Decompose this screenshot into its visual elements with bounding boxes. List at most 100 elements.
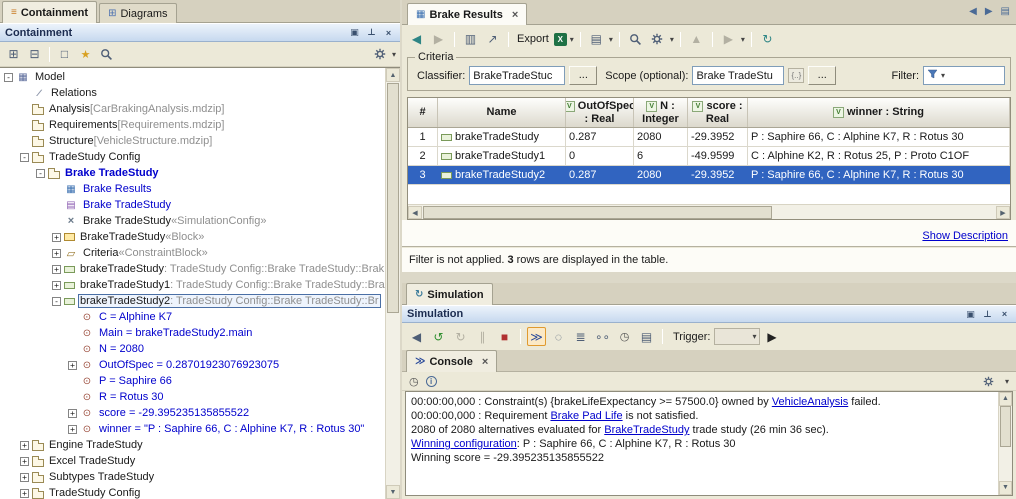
expander-icon[interactable]: [20, 121, 29, 130]
column-header-score[interactable]: Vscore : Real: [688, 98, 748, 127]
run-icon[interactable]: ▶: [719, 30, 738, 49]
tab-brake-results[interactable]: ▦ Brake Results ×: [407, 3, 527, 25]
expander-icon[interactable]: [20, 489, 29, 498]
expander-icon[interactable]: [52, 201, 61, 210]
expander-icon[interactable]: [68, 377, 77, 386]
scope-field[interactable]: Brake TradeStu: [692, 66, 784, 85]
close-icon[interactable]: ×: [998, 308, 1011, 321]
expander-icon[interactable]: [52, 233, 61, 242]
tree-scrollbar[interactable]: ▲ ▼: [385, 68, 400, 499]
expander-icon[interactable]: [68, 361, 77, 370]
steps-icon[interactable]: ≣: [571, 327, 590, 346]
log-icon[interactable]: ▤: [637, 327, 656, 346]
tree-item[interactable]: Subtypes TradeStudy: [0, 469, 400, 485]
tree-item[interactable]: Requirements [Requirements.mdzip]: [0, 117, 400, 133]
info-icon[interactable]: i: [426, 376, 437, 387]
tree-item[interactable]: Model: [0, 69, 400, 85]
expander-icon[interactable]: [20, 105, 29, 114]
tree-item[interactable]: Structure [VehicleStructure.mdzip]: [0, 133, 400, 149]
tree-item[interactable]: OutOfSpec = 0.28701923076923075: [0, 357, 400, 373]
vehicle-analysis-link[interactable]: VehicleAnalysis: [772, 396, 848, 408]
restart-icon[interactable]: ↺: [429, 327, 448, 346]
caret-icon[interactable]: ▾: [570, 35, 574, 44]
expander-icon[interactable]: [20, 473, 29, 482]
scrollbar-thumb[interactable]: [1000, 406, 1011, 447]
expander-icon[interactable]: [4, 73, 13, 82]
tree-item[interactable]: Excel TradeStudy: [0, 453, 400, 469]
scroll-down-icon[interactable]: ▼: [999, 481, 1012, 495]
favorites-icon[interactable]: ★: [76, 45, 95, 64]
tree-item[interactable]: brakeTradeStudy : TradeStudy Config::Bra…: [0, 261, 400, 277]
tree-item[interactable]: brakeTradeStudy1 : TradeStudy Config::Br…: [0, 277, 400, 293]
gear-icon[interactable]: [371, 45, 390, 64]
scrollbar-thumb[interactable]: [423, 206, 772, 219]
expander-icon[interactable]: [52, 185, 61, 194]
structure-view-icon[interactable]: ⊞: [4, 45, 23, 64]
column-header-name[interactable]: Name: [438, 98, 566, 127]
expander-icon[interactable]: [52, 217, 61, 226]
scrollbar-thumb[interactable]: [387, 83, 399, 313]
tree-item[interactable]: BrakeTradeStudy «Block»: [0, 229, 400, 245]
clock-icon[interactable]: ◷: [615, 327, 634, 346]
resume-icon[interactable]: ↻: [451, 327, 470, 346]
tree-item[interactable]: C = Alphine K7: [0, 309, 400, 325]
show-description-link[interactable]: Show Description: [922, 230, 1008, 242]
gear-icon[interactable]: [648, 30, 667, 49]
copy-icon[interactable]: ▥: [461, 30, 480, 49]
brake-pad-life-link[interactable]: Brake Pad Life: [550, 410, 622, 422]
column-header-n[interactable]: VN : Integer: [634, 98, 688, 127]
open-in-new-icon[interactable]: ↗: [483, 30, 502, 49]
expander-icon[interactable]: [20, 441, 29, 450]
pin-icon[interactable]: ⊥: [365, 26, 378, 39]
excel-icon[interactable]: X: [554, 33, 567, 46]
expander-icon[interactable]: [52, 297, 61, 306]
scroll-up-icon[interactable]: ▲: [999, 392, 1012, 406]
tab-containment[interactable]: ≡ Containment: [2, 1, 97, 23]
forward-icon[interactable]: ▶: [429, 30, 448, 49]
column-header-index[interactable]: #: [408, 98, 438, 127]
winning-configuration-link[interactable]: Winning configuration: [411, 438, 517, 450]
table-row[interactable]: 2 brakeTradeStudy1 0 6 -49.9599 C : Alph…: [408, 147, 1010, 166]
tab-list-icon[interactable]: ▤: [1001, 6, 1010, 17]
classifier-field[interactable]: BrakeTradeStuc: [469, 66, 565, 85]
tree-item[interactable]: Analysis [CarBrakingAnalysis.mdzip]: [0, 101, 400, 117]
tab-simulation[interactable]: ↻ Simulation: [406, 283, 493, 305]
timestamp-icon[interactable]: ◷: [409, 375, 419, 388]
animation-icon[interactable]: ◌: [549, 327, 568, 346]
expander-icon[interactable]: [52, 249, 61, 258]
caret-icon[interactable]: ▾: [609, 35, 613, 44]
brake-trade-study-link[interactable]: BrakeTradeStudy: [604, 424, 689, 436]
float-icon[interactable]: ▣: [348, 26, 361, 39]
scroll-up-icon[interactable]: ▲: [386, 68, 400, 82]
expander-icon[interactable]: [68, 345, 77, 354]
expander-icon[interactable]: [68, 313, 77, 322]
inheritance-view-icon[interactable]: ⊟: [25, 45, 44, 64]
expander-icon[interactable]: [52, 265, 61, 274]
tree-item[interactable]: winner = "P : Saphire 66, C : Alphine K7…: [0, 421, 400, 437]
back-icon[interactable]: ◀: [407, 30, 426, 49]
tree-item[interactable]: Criteria «ConstraintBlock»: [0, 245, 400, 261]
close-icon[interactable]: ×: [382, 26, 395, 39]
move-up-icon[interactable]: ▲: [687, 30, 706, 49]
next-tab-icon[interactable]: ▶: [985, 6, 993, 17]
horizontal-scrollbar[interactable]: ◀ ▶: [408, 204, 1010, 219]
expander-icon[interactable]: [68, 409, 77, 418]
console-view-icon[interactable]: ≫: [527, 327, 546, 346]
breakpoints-icon[interactable]: ∘∘: [593, 327, 612, 346]
search-icon[interactable]: [626, 30, 645, 49]
expander-icon[interactable]: [68, 329, 77, 338]
tree-item[interactable]: Relations: [0, 85, 400, 101]
scroll-down-icon[interactable]: ▼: [386, 485, 400, 499]
column-header-outofspec[interactable]: VOutOfSpec : Real: [566, 98, 634, 127]
table-row-selected[interactable]: 3 brakeTradeStudy2 0.287 2080 -29.3952 P…: [408, 166, 1010, 185]
close-icon[interactable]: ×: [512, 9, 518, 21]
open-diagram-icon[interactable]: □: [55, 45, 74, 64]
expander-icon[interactable]: [20, 137, 29, 146]
tree-item[interactable]: Main = brakeTradeStudy2.main: [0, 325, 400, 341]
tree-item[interactable]: TradeStudy Config: [0, 485, 400, 499]
scroll-left-icon[interactable]: ◀: [408, 206, 422, 219]
expander-icon[interactable]: [68, 393, 77, 402]
toolbar-overflow-icon[interactable]: ▶: [763, 327, 782, 346]
expander-icon[interactable]: [20, 457, 29, 466]
tree-item[interactable]: Brake TradeStudy «SimulationConfig»: [0, 213, 400, 229]
